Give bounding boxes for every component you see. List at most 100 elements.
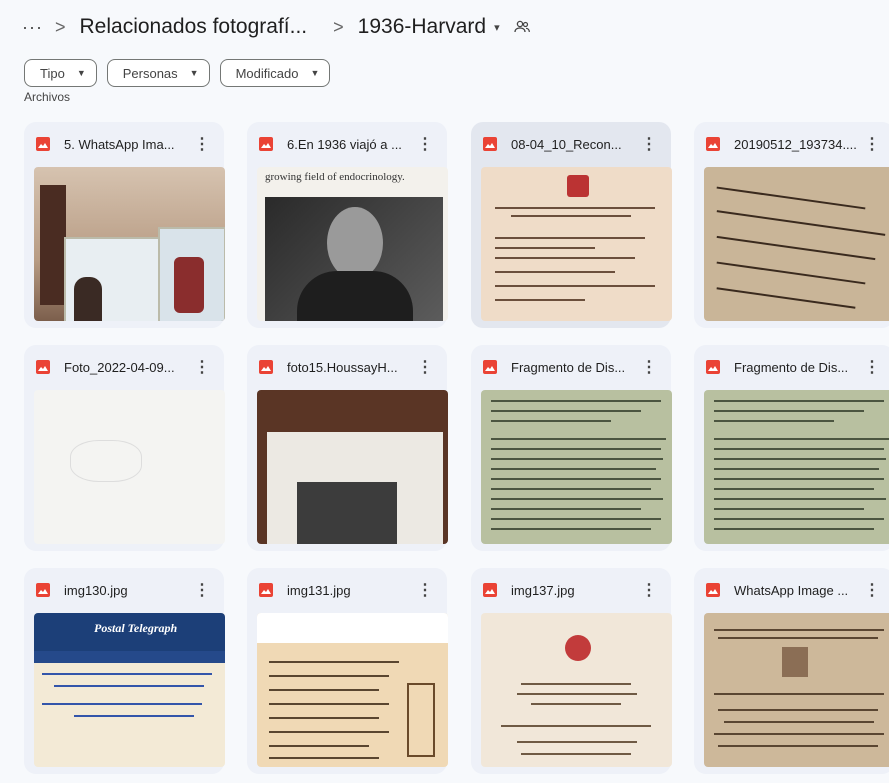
dropdown-arrow-icon: ▼ [310, 68, 320, 78]
more-actions-icon[interactable]: ⋮ [415, 357, 435, 377]
filter-type-chip[interactable]: Tipo ▼ [24, 59, 97, 87]
file-card-header: foto15.HoussayH... ⋮ [247, 345, 447, 389]
file-thumbnail[interactable] [257, 613, 448, 767]
filter-chip-label: Modificado [235, 65, 299, 81]
file-card[interactable]: 5. WhatsApp Ima... ⋮ [24, 122, 225, 328]
filter-modified-chip[interactable]: Modificado ▼ [219, 59, 331, 87]
file-thumbnail[interactable] [704, 613, 889, 767]
thumbnail-caption: Postal Telegraph [94, 621, 178, 635]
file-card-header: 08-04_10_Recon... ⋮ [471, 122, 671, 166]
text-line [521, 753, 631, 755]
breadcrumb-parent-folder[interactable]: Relacionados fotografí... [80, 15, 308, 39]
image-file-icon [36, 360, 50, 374]
more-actions-icon[interactable]: ⋮ [415, 134, 435, 154]
filter-people-chip[interactable]: Personas ▼ [106, 59, 210, 87]
file-card[interactable]: foto15.HoussayH... ⋮ [247, 345, 448, 551]
image-file-icon [36, 137, 50, 151]
file-name: img131.jpg [287, 582, 351, 598]
file-card-header: img137.jpg ⋮ [471, 568, 671, 612]
text-line [491, 458, 663, 460]
file-card-header: 5. WhatsApp Ima... ⋮ [24, 122, 224, 166]
filter-bar: Tipo ▼ Personas ▼ Modificado ▼ [24, 59, 331, 87]
photo-detail [40, 185, 66, 305]
text-line [495, 247, 595, 249]
text-line [517, 693, 637, 695]
photo-detail [174, 257, 204, 313]
more-actions-icon[interactable]: ⋮ [192, 580, 212, 600]
more-actions-icon[interactable]: ⋮ [639, 580, 659, 600]
dropdown-arrow-icon: ▼ [76, 68, 86, 78]
thumbnail-caption: growing field of endocrinology. [265, 171, 405, 183]
file-card[interactable]: 08-04_10_Recon... ⋮ [471, 122, 672, 328]
file-card[interactable]: img130.jpg ⋮ Postal Telegraph [24, 568, 225, 774]
file-thumbnail[interactable] [481, 167, 672, 321]
photo-detail [74, 277, 102, 321]
breadcrumb-current-folder[interactable]: 1936-Harvard [358, 15, 486, 39]
seal-icon [565, 635, 591, 661]
text-line [714, 518, 884, 520]
file-thumbnail[interactable]: Postal Telegraph [34, 613, 225, 767]
text-line [74, 715, 194, 717]
text-line [491, 488, 651, 490]
file-thumbnail[interactable] [34, 390, 225, 544]
file-thumbnail[interactable] [257, 390, 448, 544]
file-card[interactable]: 20190512_193734.... ⋮ [694, 122, 889, 328]
text-line [491, 528, 651, 530]
file-thumbnail[interactable] [704, 167, 889, 321]
breadcrumb-more-button[interactable]: ··· [22, 17, 43, 38]
file-card[interactable]: Foto_2022-04-09... ⋮ [24, 345, 225, 551]
text-line [269, 703, 389, 705]
more-actions-icon[interactable]: ⋮ [192, 134, 212, 154]
text-line [269, 745, 369, 747]
text-line [42, 703, 202, 705]
more-actions-icon[interactable]: ⋮ [862, 134, 882, 154]
file-card[interactable]: Fragmento de Dis... ⋮ [694, 345, 889, 551]
image-file-icon [483, 583, 497, 597]
stamp-icon [407, 683, 435, 757]
file-card[interactable]: WhatsApp Image ... ⋮ [694, 568, 889, 774]
more-actions-icon[interactable]: ⋮ [415, 580, 435, 600]
shared-people-icon[interactable] [513, 20, 530, 34]
file-name: img130.jpg [64, 582, 128, 598]
more-actions-icon[interactable]: ⋮ [862, 357, 882, 377]
more-actions-icon[interactable]: ⋮ [192, 357, 212, 377]
file-name: 08-04_10_Recon... [511, 136, 622, 152]
file-card[interactable]: img131.jpg ⋮ [247, 568, 448, 774]
text-line [718, 745, 878, 747]
image-file-icon [706, 360, 720, 374]
text-line [714, 400, 884, 402]
file-name: img137.jpg [511, 582, 575, 598]
text-line [495, 207, 655, 209]
text-line [716, 287, 856, 309]
file-thumbnail[interactable] [704, 390, 889, 544]
text-line [716, 235, 876, 261]
text-line [714, 693, 884, 695]
text-line [491, 400, 661, 402]
text-line [491, 518, 661, 520]
file-card-header: 6.En 1936 viajó a ... ⋮ [247, 122, 447, 166]
file-name: 6.En 1936 viajó a ... [287, 136, 402, 152]
seal-icon [782, 647, 808, 677]
image-file-icon [483, 137, 497, 151]
file-thumbnail[interactable] [34, 167, 225, 321]
file-thumbnail[interactable] [481, 613, 672, 767]
file-card[interactable]: Fragmento de Dis... ⋮ [471, 345, 672, 551]
text-line [531, 703, 621, 705]
text-line [714, 528, 874, 530]
seal-icon [567, 175, 589, 197]
text-line [495, 285, 655, 287]
text-line [714, 410, 864, 412]
image-file-icon [259, 360, 273, 374]
breadcrumb: ··· > Relacionados fotografí... > 1936-H… [22, 10, 530, 44]
more-actions-icon[interactable]: ⋮ [862, 580, 882, 600]
photo-detail [297, 271, 413, 321]
breadcrumb-separator: > [54, 16, 66, 37]
file-thumbnail[interactable] [481, 390, 672, 544]
file-thumbnail[interactable]: growing field of endocrinology. [257, 167, 448, 321]
file-card[interactable]: 6.En 1936 viajó a ... ⋮ growing field of e… [247, 122, 448, 328]
more-actions-icon[interactable]: ⋮ [639, 134, 659, 154]
image-file-icon [483, 360, 497, 374]
folder-menu-caret[interactable]: ▾ [494, 21, 500, 34]
more-actions-icon[interactable]: ⋮ [639, 357, 659, 377]
file-card[interactable]: img137.jpg ⋮ [471, 568, 672, 774]
